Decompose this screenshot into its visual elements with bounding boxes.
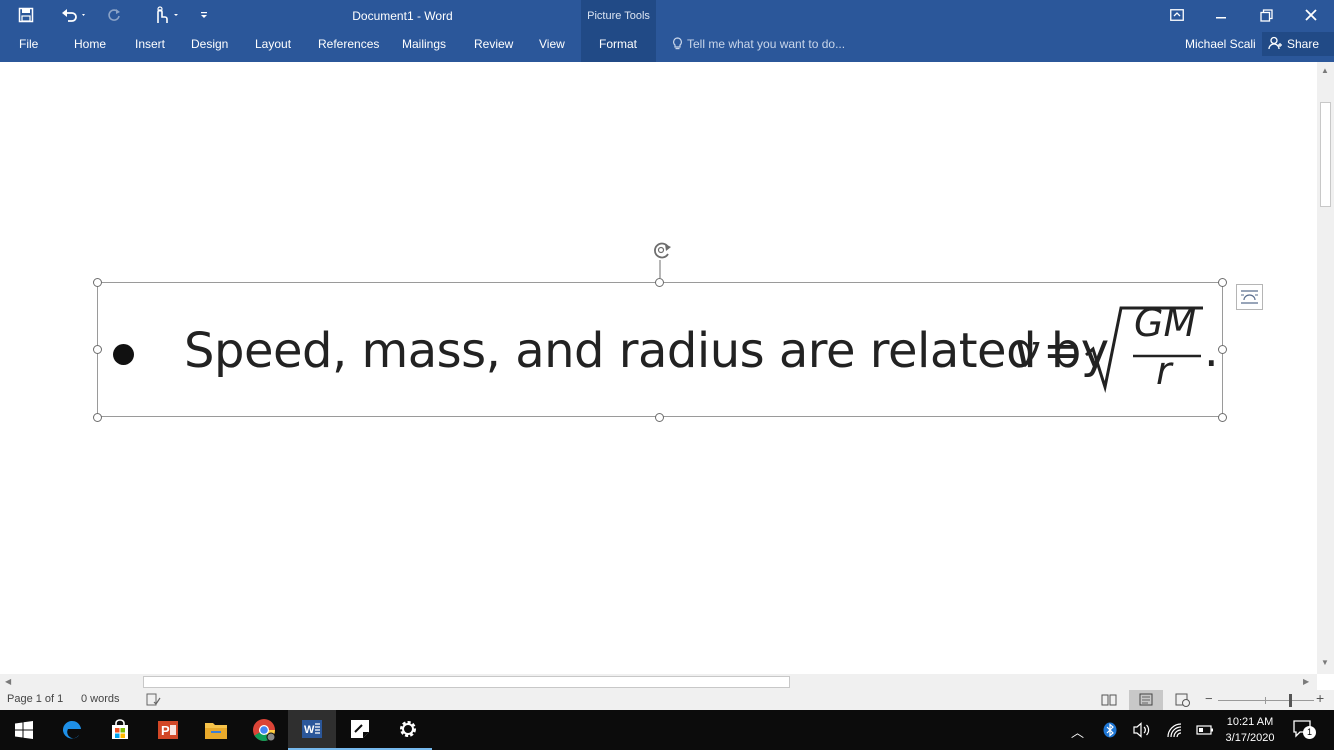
web-layout-icon[interactable] (1175, 693, 1191, 707)
user-name[interactable]: Michael Scali (1185, 37, 1256, 51)
sentence-text: Speed, mass, and radius are related by (184, 323, 1109, 379)
svg-text:P: P (161, 723, 170, 738)
zoom-slider-thumb[interactable] (1289, 694, 1292, 707)
settings-icon[interactable] (384, 710, 432, 750)
tab-design[interactable]: Design (191, 37, 228, 51)
redo-icon[interactable] (104, 4, 124, 26)
tab-insert[interactable]: Insert (135, 37, 165, 51)
taskbar: P W ︿ 10:21 AM 3/17/2020 1 (0, 710, 1334, 750)
ribbon-display-icon[interactable] (1162, 4, 1192, 26)
tab-file[interactable]: File (19, 37, 38, 51)
file-explorer-icon[interactable] (192, 710, 240, 750)
resize-handle-left[interactable] (93, 345, 102, 354)
zoom-in-icon[interactable]: + (1316, 690, 1324, 706)
tab-review[interactable]: Review (474, 37, 513, 51)
vertical-scrollbar[interactable]: ▲ ▼ (1317, 62, 1334, 674)
clock-time: 10:21 AM (1226, 716, 1274, 728)
close-icon[interactable] (1296, 4, 1326, 26)
zoom-out-icon[interactable]: − (1205, 691, 1213, 706)
lightbulb-icon (672, 37, 683, 53)
svg-text:W: W (304, 724, 315, 736)
clock[interactable]: 10:21 AM 3/17/2020 (1222, 714, 1278, 746)
resize-handle-right[interactable] (1218, 345, 1227, 354)
picture-tools-context: Picture Tools (581, 0, 656, 62)
bullet-point (113, 344, 134, 365)
action-center-icon[interactable]: 1 (1293, 719, 1317, 741)
tab-references[interactable]: References (318, 37, 379, 51)
scroll-right-icon[interactable]: ▶ (1303, 677, 1309, 686)
tab-view[interactable]: View (539, 37, 565, 51)
print-layout-icon (1139, 693, 1153, 706)
tab-mailings[interactable]: Mailings (402, 37, 446, 51)
picture-tools-label: Picture Tools (587, 10, 650, 22)
edge-icon[interactable] (48, 710, 96, 750)
clock-date: 3/17/2020 (1225, 732, 1275, 744)
store-icon[interactable] (96, 710, 144, 750)
title-bar: Document1 - Word Picture Tools File Home… (0, 0, 1334, 62)
equation-numerator: GM (1134, 301, 1197, 345)
word-count[interactable]: 0 words (81, 693, 120, 705)
notification-badge: 1 (1303, 726, 1316, 739)
volume-icon[interactable] (1133, 722, 1151, 738)
show-hidden-icons-icon[interactable]: ︿ (1071, 722, 1084, 741)
tab-format[interactable]: Format (599, 37, 637, 51)
sticky-notes-icon[interactable] (336, 710, 384, 750)
resize-handle-bottom[interactable] (655, 413, 664, 422)
rotate-handle-icon[interactable] (650, 239, 674, 283)
resize-handle-bottom-right[interactable] (1218, 413, 1227, 422)
minimize-icon[interactable] (1206, 4, 1236, 26)
tab-layout[interactable]: Layout (255, 37, 291, 51)
undo-icon[interactable] (58, 4, 90, 26)
windows-start-icon[interactable] (0, 710, 48, 750)
bluetooth-icon[interactable] (1103, 722, 1117, 738)
tell-me-text: Tell me what you want to do... (687, 37, 846, 51)
touch-mode-icon[interactable] (148, 4, 182, 26)
horizontal-scrollbar[interactable]: ◀ ▶ (0, 674, 1317, 690)
status-bar: Page 1 of 1 0 words − + (0, 690, 1334, 710)
zoom-slider-tick (1265, 697, 1266, 704)
scroll-left-icon[interactable]: ◀ (5, 677, 11, 686)
restore-icon[interactable] (1251, 4, 1281, 26)
battery-icon[interactable] (1196, 724, 1214, 736)
read-mode-icon[interactable] (1101, 693, 1117, 706)
zoom-slider[interactable] (1218, 700, 1314, 701)
save-icon[interactable] (14, 4, 38, 26)
share-button[interactable]: Share (1262, 32, 1334, 56)
page-count[interactable]: Page 1 of 1 (7, 693, 63, 705)
share-label: Share (1287, 37, 1320, 51)
chrome-icon[interactable] (240, 710, 288, 750)
powerpoint-icon[interactable]: P (144, 710, 192, 750)
tell-me-box[interactable]: Tell me what you want to do... (672, 37, 845, 53)
resize-handle-bottom-left[interactable] (93, 413, 102, 422)
proofing-icon[interactable] (146, 693, 161, 706)
person-icon (1268, 36, 1282, 53)
vertical-scroll-thumb[interactable] (1320, 102, 1331, 207)
equation-variable: v (1013, 323, 1041, 379)
horizontal-scroll-thumb[interactable] (143, 676, 790, 688)
wifi-icon[interactable] (1166, 722, 1182, 738)
equation-period: . (1204, 323, 1219, 377)
word-icon[interactable]: W (288, 710, 336, 750)
layout-options-icon[interactable] (1236, 284, 1263, 310)
customize-qat-icon[interactable] (196, 4, 212, 26)
document-title: Document1 - Word (352, 9, 453, 23)
equation-denominator: r (1156, 349, 1172, 393)
resize-handle-top-left[interactable] (93, 278, 102, 287)
scroll-down-icon[interactable]: ▼ (1321, 658, 1329, 667)
equation-picture[interactable]: Speed, mass, and radius are related by v… (93, 278, 1227, 422)
tab-home[interactable]: Home (74, 37, 106, 51)
scroll-up-icon[interactable]: ▲ (1321, 66, 1329, 75)
print-layout-button[interactable] (1129, 690, 1163, 710)
resize-handle-top-right[interactable] (1218, 278, 1227, 287)
equation-equals: = (1043, 323, 1082, 377)
